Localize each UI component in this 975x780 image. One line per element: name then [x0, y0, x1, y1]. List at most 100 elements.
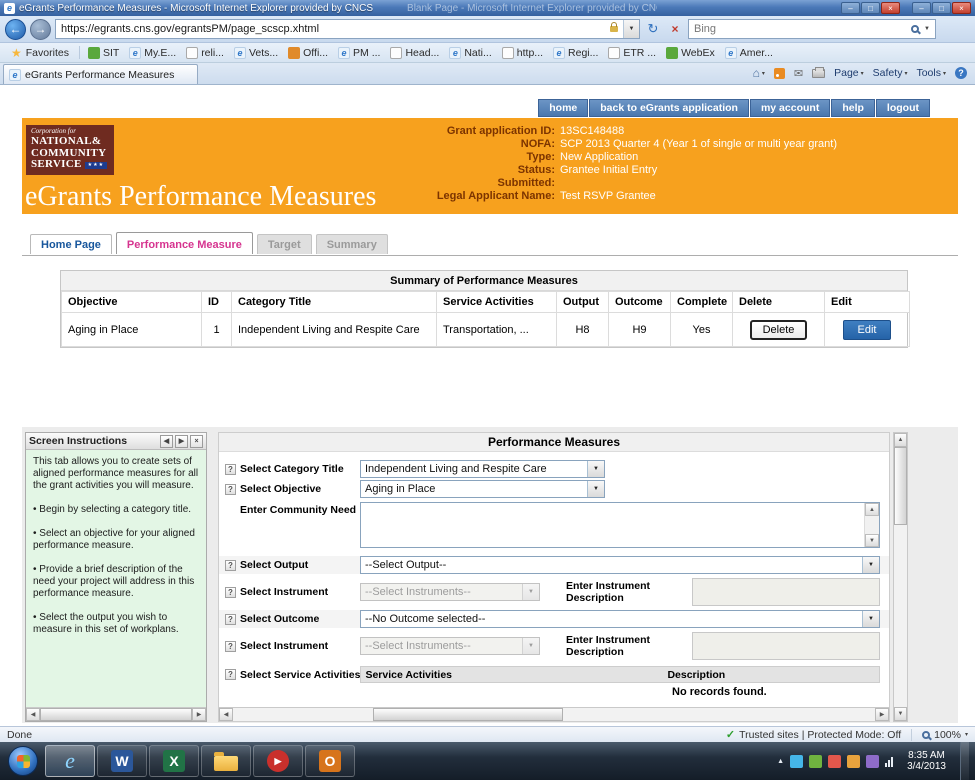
output-select[interactable]: --Select Output-- ▼: [360, 556, 880, 574]
scrollbar-thumb[interactable]: [373, 708, 563, 721]
url-field[interactable]: https://egrants.cns.gov/egrantsPM/page_s…: [55, 19, 640, 39]
scroll-down-arrow[interactable]: ▼: [865, 534, 879, 547]
nav-back-to-egrants-button[interactable]: back to eGrants application: [589, 99, 749, 117]
bg-maximize-button[interactable]: □: [932, 2, 951, 14]
favorite-item[interactable]: e My.E...: [124, 46, 181, 60]
window-titlebar[interactable]: e eGrants Performance Measures - Microso…: [0, 0, 975, 16]
delete-button[interactable]: Delete: [750, 320, 808, 340]
help-icon[interactable]: ?: [225, 560, 236, 571]
help-icon[interactable]: ?: [225, 669, 236, 680]
tab-home-page[interactable]: Home Page: [30, 234, 112, 254]
help-icon[interactable]: ?: [225, 587, 236, 598]
bg-close-button[interactable]: ×: [952, 2, 971, 14]
rss-feed-icon[interactable]: [774, 68, 785, 79]
refresh-button[interactable]: ↻: [644, 20, 662, 38]
tab-performance-measure[interactable]: Performance Measure: [116, 232, 253, 254]
instructions-close-button[interactable]: ×: [190, 435, 203, 448]
network-icon[interactable]: [885, 755, 893, 767]
scroll-down-arrow[interactable]: ▼: [894, 707, 907, 721]
tray-app-icon[interactable]: [866, 755, 879, 768]
favorite-item[interactable]: e Vets...: [229, 46, 283, 60]
bg-minimize-button[interactable]: –: [912, 2, 931, 14]
help-icon[interactable]: ?: [225, 641, 236, 652]
scroll-up-arrow[interactable]: ▲: [865, 503, 879, 516]
taskbar-outlook-button[interactable]: O: [305, 745, 355, 777]
home-menu-button[interactable]: ⌂ ▾: [753, 66, 765, 80]
taskbar-word-button[interactable]: W: [97, 745, 147, 777]
nav-my-account-button[interactable]: my account: [750, 99, 830, 117]
security-zone[interactable]: ✓ Trusted sites | Protected Mode: Off: [726, 728, 901, 741]
search-dropdown-arrow[interactable]: ▼: [924, 26, 930, 32]
favorite-item[interactable]: e Nati...: [444, 46, 496, 60]
scrollbar-thumb[interactable]: [40, 708, 192, 721]
scroll-left-arrow[interactable]: ◀: [26, 708, 40, 721]
maximize-button[interactable]: □: [861, 2, 880, 14]
favorite-item[interactable]: Head...: [385, 46, 444, 60]
search-box[interactable]: Bing ▼: [688, 19, 936, 39]
show-desktop-button[interactable]: [960, 742, 969, 780]
page-menu-button[interactable]: Page ▾: [834, 67, 864, 79]
category-title-select[interactable]: Independent Living and Respite Care ▼: [360, 460, 605, 478]
taskbar-folder-button[interactable]: [201, 745, 251, 777]
help-icon[interactable]: ?: [955, 67, 967, 79]
tray-app-icon[interactable]: [809, 755, 822, 768]
favorite-item[interactable]: reli...: [181, 46, 229, 60]
favorite-item[interactable]: ETR ...: [603, 46, 661, 60]
instructions-horizontal-scrollbar[interactable]: ◀ ▶: [26, 707, 206, 721]
stop-button[interactable]: ×: [666, 20, 684, 38]
scroll-left-arrow[interactable]: ◀: [219, 708, 233, 721]
zoom-control[interactable]: 100% ▾: [922, 729, 968, 741]
favorite-item[interactable]: e Regi...: [548, 46, 603, 60]
scrollbar-thumb[interactable]: [894, 447, 907, 525]
help-icon[interactable]: ?: [225, 484, 236, 495]
minimize-button[interactable]: –: [841, 2, 860, 14]
hidden-icons-chevron[interactable]: ▲: [777, 758, 784, 765]
browser-tab[interactable]: e eGrants Performance Measures: [3, 64, 198, 84]
tools-menu-button[interactable]: Tools ▾: [916, 67, 946, 79]
tray-app-icon[interactable]: [828, 755, 841, 768]
scroll-right-arrow[interactable]: ▶: [192, 708, 206, 721]
search-icon[interactable]: [911, 25, 919, 33]
nav-logout-button[interactable]: logout: [876, 99, 930, 117]
form-horizontal-scrollbar[interactable]: ◀ ▶: [219, 707, 889, 721]
textarea-scrollbar[interactable]: ▲ ▼: [864, 503, 879, 547]
scroll-up-arrow[interactable]: ▲: [894, 433, 907, 447]
instructions-next-button[interactable]: ▶: [175, 435, 188, 448]
favorite-item[interactable]: e PM ...: [333, 46, 385, 60]
chevron-down-icon[interactable]: ▼: [862, 611, 879, 627]
nav-help-button[interactable]: help: [831, 99, 875, 117]
community-need-textarea[interactable]: ▲ ▼: [360, 502, 880, 548]
help-icon[interactable]: ?: [225, 614, 236, 625]
close-button[interactable]: ×: [881, 2, 900, 14]
taskbar-excel-button[interactable]: X: [149, 745, 199, 777]
read-mail-icon[interactable]: ✉: [794, 67, 803, 80]
taskbar-ie-button[interactable]: e: [45, 745, 95, 777]
tray-app-icon[interactable]: [847, 755, 860, 768]
chevron-down-icon[interactable]: ▼: [587, 481, 604, 497]
back-button[interactable]: ←: [5, 19, 26, 40]
favorite-item[interactable]: e Amer...: [720, 46, 778, 60]
objective-select[interactable]: Aging in Place ▼: [360, 480, 605, 498]
help-icon[interactable]: ?: [225, 464, 236, 475]
taskbar-clock[interactable]: 8:35 AM 3/4/2013: [899, 750, 954, 772]
nav-home-button[interactable]: home: [538, 99, 588, 117]
edit-button[interactable]: Edit: [843, 320, 892, 340]
favorite-item[interactable]: WebEx: [661, 46, 720, 60]
instructions-prev-button[interactable]: ◀: [160, 435, 173, 448]
url-dropdown-arrow[interactable]: ▼: [623, 20, 639, 38]
forward-button[interactable]: →: [30, 19, 51, 40]
safety-menu-button[interactable]: Safety ▾: [873, 67, 908, 79]
form-vertical-scrollbar[interactable]: ▲ ▼: [893, 432, 908, 722]
favorites-button[interactable]: ★ Favorites: [4, 45, 76, 61]
favorite-item[interactable]: Offi...: [283, 46, 333, 60]
chevron-down-icon[interactable]: ▼: [587, 461, 604, 477]
favorite-item[interactable]: SIT: [83, 46, 124, 60]
taskbar-media-button[interactable]: ▶: [253, 745, 303, 777]
chevron-down-icon[interactable]: ▼: [862, 557, 879, 573]
favorite-item[interactable]: http...: [497, 46, 548, 60]
print-icon[interactable]: [812, 69, 825, 78]
outcome-select[interactable]: --No Outcome selected-- ▼: [360, 610, 880, 628]
scroll-right-arrow[interactable]: ▶: [875, 708, 889, 721]
start-button[interactable]: [8, 746, 38, 776]
tray-app-icon[interactable]: [790, 755, 803, 768]
